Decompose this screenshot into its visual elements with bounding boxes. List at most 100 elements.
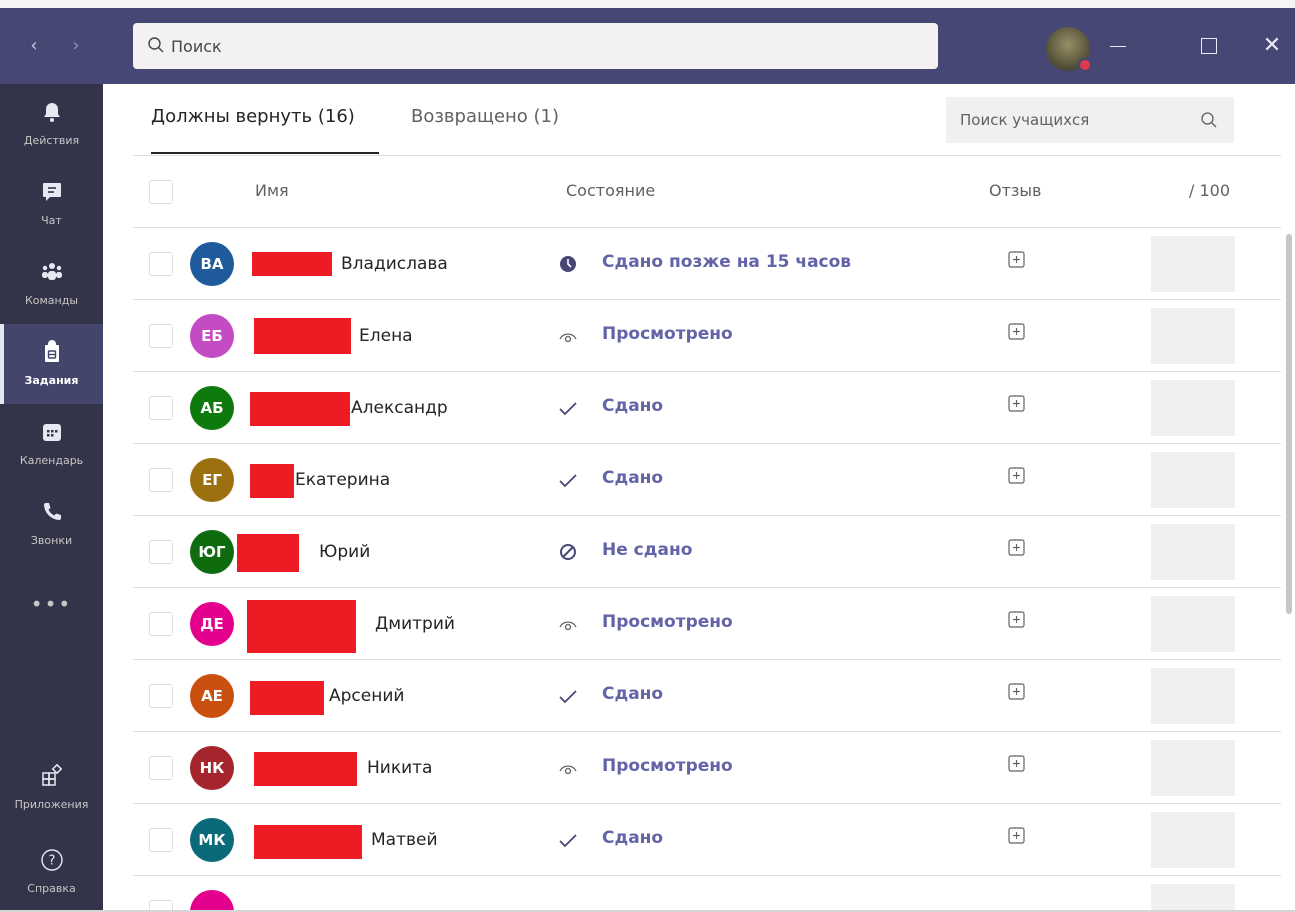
table-row[interactable]: МК Матвей Сдано	[103, 804, 1283, 876]
search-icon[interactable]	[1200, 111, 1218, 129]
assignments-icon	[45, 340, 59, 362]
table-row[interactable]: ВА Владислава Сдано позже на 15 часов	[103, 228, 1283, 300]
column-header-feedback: Отзыв	[989, 181, 1042, 200]
search-input[interactable]	[171, 23, 911, 69]
redaction-block	[250, 392, 350, 426]
status-text: Сдано позже на 15 часов	[602, 252, 852, 272]
redaction-block	[247, 600, 356, 653]
user-avatar[interactable]	[1046, 27, 1092, 72]
svg-text:?: ?	[49, 854, 56, 869]
add-feedback-icon[interactable]	[1007, 322, 1027, 342]
row-checkbox[interactable]	[149, 252, 173, 276]
row-checkbox[interactable]	[149, 684, 173, 708]
column-header-name[interactable]: Имя	[255, 181, 289, 200]
table-header: Имя Состояние Отзыв / 100	[103, 156, 1283, 228]
rail-label: Звонки	[30, 534, 73, 547]
row-checkbox[interactable]	[149, 756, 173, 780]
rail-item-calls[interactable]: Звонки	[0, 484, 103, 564]
check-icon	[559, 474, 577, 488]
table-row[interactable]: АЕ Арсений Сдано	[103, 660, 1283, 732]
status-text: Просмотрено	[602, 612, 733, 632]
row-checkbox[interactable]	[149, 468, 173, 492]
bell-icon	[44, 103, 60, 122]
add-feedback-icon[interactable]	[1007, 250, 1027, 270]
status-text: Сдано	[602, 396, 664, 416]
student-name: Екатерина	[295, 470, 391, 490]
tab-returned[interactable]: Возвращено (1)	[411, 106, 559, 154]
scrollbar-thumb[interactable]	[1286, 234, 1292, 614]
grade-input[interactable]	[1151, 740, 1235, 796]
back-arrow-icon[interactable]: ‹	[24, 34, 44, 58]
chat-icon	[43, 183, 61, 201]
global-search-box[interactable]	[133, 23, 938, 69]
student-avatar: НК	[190, 746, 234, 790]
clock-icon	[560, 256, 576, 272]
grade-input[interactable]	[1151, 308, 1235, 364]
minimize-button[interactable]	[1098, 30, 1138, 62]
eye-icon	[559, 765, 577, 775]
rail-label: Действия	[23, 134, 80, 147]
student-search-input[interactable]	[960, 97, 1190, 143]
student-avatar: ВА	[190, 242, 234, 286]
grade-input[interactable]	[1151, 812, 1235, 868]
add-feedback-icon[interactable]	[1007, 754, 1027, 774]
rail-item-activity[interactable]: Действия	[0, 84, 103, 164]
status-text: Не сдано	[602, 540, 693, 560]
row-checkbox[interactable]	[149, 540, 173, 564]
status-text: Сдано	[602, 468, 664, 488]
rail-item-assignments[interactable]: Задания	[0, 324, 103, 404]
vertical-scrollbar[interactable]	[1283, 84, 1295, 912]
grade-input[interactable]	[1151, 524, 1235, 580]
table-row-partial[interactable]	[103, 876, 1283, 912]
maximize-button[interactable]	[1188, 30, 1228, 62]
grade-input[interactable]	[1151, 236, 1235, 292]
rail-item-calendar[interactable]: Календарь	[0, 404, 103, 484]
status-text: Сдано	[602, 828, 664, 848]
table-row[interactable]: НК Никита Просмотрено	[103, 732, 1283, 804]
table-row[interactable]: ЮГ Юрий Не сдано	[103, 516, 1283, 588]
table-row[interactable]: АБ Александр Сдано	[103, 372, 1283, 444]
grade-input[interactable]	[1151, 668, 1235, 724]
redaction-block	[254, 752, 357, 786]
column-header-status[interactable]: Состояние	[566, 181, 655, 200]
title-bar: ‹ › ✕	[0, 8, 1295, 84]
add-feedback-icon[interactable]	[1007, 826, 1027, 846]
search-icon	[148, 37, 164, 53]
rail-item-chat[interactable]: Чат	[0, 164, 103, 244]
add-feedback-icon[interactable]	[1007, 682, 1027, 702]
table-row[interactable]: ДЕ Дмитрий Просмотрено	[103, 588, 1283, 660]
student-avatar: АЕ	[190, 674, 234, 718]
add-feedback-icon[interactable]	[1007, 394, 1027, 414]
row-checkbox[interactable]	[149, 828, 173, 852]
rail-item-help[interactable]: ? Справка	[0, 832, 103, 912]
row-checkbox[interactable]	[149, 396, 173, 420]
more-apps-ellipsis[interactable]: •••	[0, 594, 103, 624]
add-feedback-icon[interactable]	[1007, 466, 1027, 486]
row-checkbox[interactable]	[149, 324, 173, 348]
table-row[interactable]: ЕБ Елена Просмотрено	[103, 300, 1283, 372]
rail-item-teams[interactable]: Команды	[0, 244, 103, 324]
rail-item-apps[interactable]: Приложения	[0, 748, 103, 828]
app-rail: Действия Чат Команды Задания Календарь З…	[0, 84, 103, 912]
student-name: Александр	[351, 398, 448, 418]
forward-arrow-icon[interactable]: ›	[66, 34, 86, 58]
add-feedback-icon[interactable]	[1007, 610, 1027, 630]
rail-label: Чат	[41, 214, 62, 227]
student-avatar: ЮГ	[190, 530, 234, 574]
tab-to-return[interactable]: Должны вернуть (16)	[151, 106, 379, 154]
student-search-box[interactable]	[946, 97, 1234, 143]
select-all-checkbox[interactable]	[149, 180, 173, 204]
student-avatar: МК	[190, 818, 234, 862]
grade-input[interactable]	[1151, 596, 1235, 652]
redaction-block	[250, 681, 324, 715]
grade-input[interactable]	[1151, 380, 1235, 436]
close-button[interactable]: ✕	[1252, 30, 1292, 62]
add-feedback-icon[interactable]	[1007, 538, 1027, 558]
table-row[interactable]: ЕГ Екатерина Сдано	[103, 444, 1283, 516]
window-top-edge	[0, 0, 1295, 8]
grade-input[interactable]	[1151, 452, 1235, 508]
eye-icon	[559, 333, 577, 343]
redaction-block	[252, 252, 332, 276]
row-checkbox[interactable]	[149, 612, 173, 636]
grade-input[interactable]	[1151, 884, 1235, 912]
